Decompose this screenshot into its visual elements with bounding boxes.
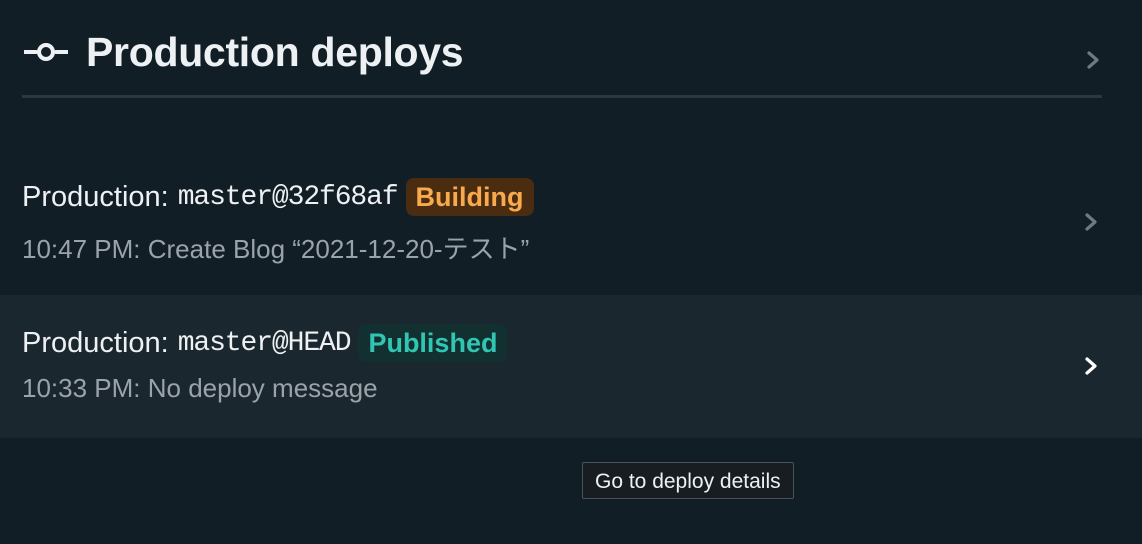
deploy-title: Production: master@32f68af Building [22, 178, 534, 216]
deploy-ref: master@32f68af [177, 181, 399, 213]
section-header[interactable]: Production deploys [22, 22, 1102, 98]
deploy-subtitle: 10:33 PM: No deploy message [22, 373, 378, 403]
chevron-right-icon [1085, 357, 1097, 375]
status-badge: Building [405, 178, 534, 216]
deploy-title: Production: master@HEAD Published [22, 324, 508, 362]
deploy-context: Production: [22, 326, 169, 359]
deploys-panel: Production deploys Production: master@32… [0, 0, 1142, 544]
chevron-right-icon[interactable] [1086, 50, 1100, 70]
git-commit-icon [24, 43, 68, 61]
deploy-row-published[interactable]: Production: master@HEAD Published 10:33 … [0, 295, 1142, 438]
deploy-row-building[interactable]: Production: master@32f68af Building 10:4… [0, 151, 1142, 294]
deploy-context: Production: [22, 180, 169, 213]
status-badge: Published [358, 324, 508, 362]
chevron-right-icon [1085, 213, 1097, 231]
tooltip: Go to deploy details [582, 462, 794, 499]
page-title: Production deploys [86, 29, 464, 75]
deploy-subtitle: 10:47 PM: Create Blog “2021-12-20-テスト” [22, 234, 530, 264]
deploy-ref: master@HEAD [177, 327, 352, 359]
